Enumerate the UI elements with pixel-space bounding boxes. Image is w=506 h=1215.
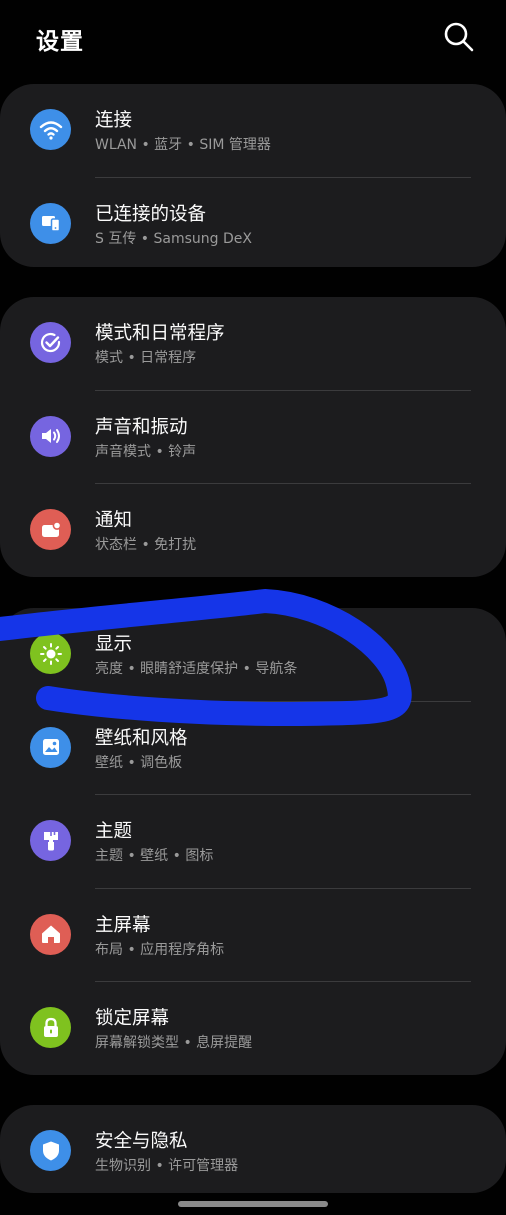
paint-brush-icon	[30, 820, 71, 861]
settings-item-modes-routines[interactable]: 模式和日常程序 模式 • 日常程序	[0, 297, 506, 391]
settings-item-label: 壁纸和风格	[95, 727, 188, 749]
lock-icon	[30, 1007, 71, 1048]
settings-item-subtitle: 主题 • 壁纸 • 图标	[95, 848, 214, 864]
settings-item-label: 显示	[95, 634, 133, 655]
header: 设置	[0, 0, 506, 80]
settings-item-subtitle: 声音模式 • 铃声	[95, 443, 197, 460]
settings-item-wallpaper-style[interactable]: 壁纸和风格 壁纸 • 调色板	[0, 702, 506, 795]
settings-item-subtitle: 状态栏 • 免打扰	[95, 537, 197, 553]
settings-group-security: 安全与隐私 生物识别 • 许可管理器	[0, 1105, 506, 1193]
settings-item-home-screen[interactable]: 主屏幕 布局 • 应用程序角标	[0, 889, 506, 982]
settings-item-notifications[interactable]: 通知 状态栏 • 免打扰	[0, 484, 506, 578]
settings-item-label: 已连接的设备	[95, 203, 207, 225]
settings-item-label: 主屏幕	[95, 914, 151, 936]
devices-icon	[30, 202, 71, 244]
brightness-icon	[30, 633, 71, 674]
settings-item-label: 声音和振动	[95, 416, 188, 438]
settings-group-display: 显示 亮度 • 眼睛舒适度保护 • 导航条 壁纸和风格 壁纸 • 调色板 主题 …	[0, 608, 506, 1075]
image-icon	[30, 726, 71, 768]
settings-item-subtitle: 壁纸 • 调色板	[95, 754, 183, 771]
check-circle-icon	[30, 322, 71, 363]
settings-item-label: 安全与隐私	[95, 1131, 188, 1152]
shield-icon	[30, 1130, 71, 1171]
settings-item-connections[interactable]: 连接 WLAN • 蓝牙 • SIM 管理器	[0, 84, 506, 178]
settings-item-subtitle: 模式 • 日常程序	[95, 350, 197, 366]
settings-group-connections: 连接 WLAN • 蓝牙 • SIM 管理器 已连接的设备 S 互传 • Sam…	[0, 84, 506, 267]
settings-item-subtitle: 亮度 • 眼睛舒适度保护 • 导航条	[95, 661, 298, 677]
settings-item-label: 主题	[95, 821, 133, 842]
settings-item-themes[interactable]: 主题 主题 • 壁纸 • 图标	[0, 795, 506, 889]
settings-item-label: 锁定屏幕	[95, 1008, 170, 1029]
volume-icon	[30, 415, 71, 457]
notification-icon	[30, 509, 71, 550]
page-title: 设置	[36, 29, 84, 55]
settings-item-sounds-vibration[interactable]: 声音和振动 声音模式 • 铃声	[0, 391, 506, 484]
settings-item-connected-devices[interactable]: 已连接的设备 S 互传 • Samsung DeX	[0, 178, 506, 272]
settings-item-subtitle: WLAN • 蓝牙 • SIM 管理器	[95, 137, 271, 153]
settings-item-display[interactable]: 显示 亮度 • 眼睛舒适度保护 • 导航条	[0, 608, 506, 702]
settings-item-label: 通知	[95, 510, 133, 531]
settings-item-label: 连接	[95, 110, 133, 131]
settings-item-security-privacy[interactable]: 安全与隐私 生物识别 • 许可管理器	[0, 1105, 506, 1199]
home-icon	[30, 913, 71, 955]
settings-item-subtitle: 屏幕解锁类型 • 息屏提醒	[95, 1035, 253, 1051]
settings-item-subtitle: 布局 • 应用程序角标	[95, 941, 225, 958]
settings-item-subtitle: S 互传 • Samsung DeX	[95, 230, 252, 247]
search-icon[interactable]	[440, 18, 478, 56]
settings-item-label: 模式和日常程序	[95, 323, 225, 344]
home-indicator[interactable]	[178, 1201, 328, 1207]
settings-item-subtitle: 生物识别 • 许可管理器	[95, 1158, 239, 1174]
settings-item-lock-screen[interactable]: 锁定屏幕 屏幕解锁类型 • 息屏提醒	[0, 982, 506, 1076]
settings-group-modes: 模式和日常程序 模式 • 日常程序 声音和振动 声音模式 • 铃声 通知 状态栏…	[0, 297, 506, 577]
wifi-icon	[30, 109, 71, 150]
